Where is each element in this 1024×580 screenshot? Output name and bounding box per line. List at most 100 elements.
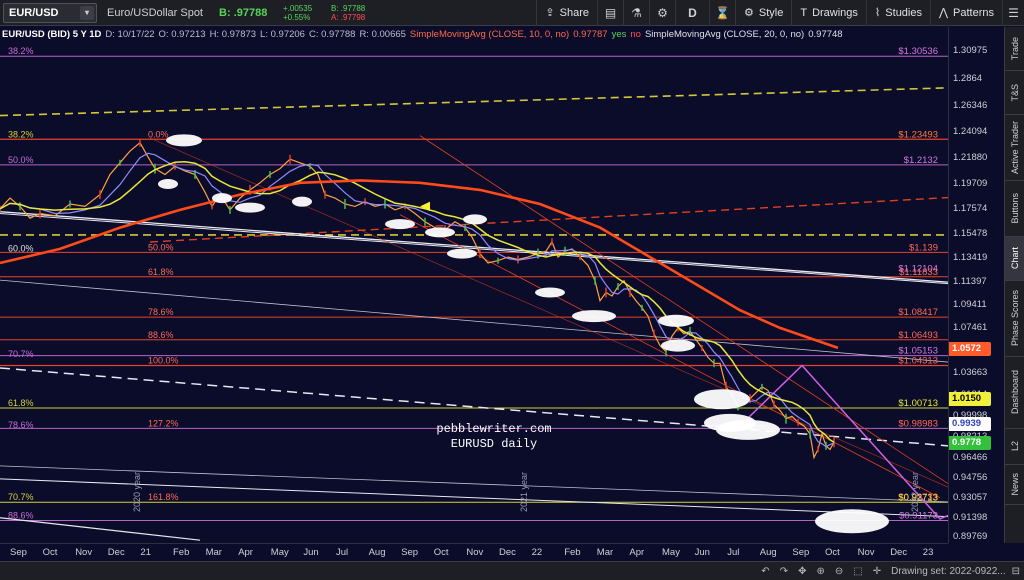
sidebar-tab-label: Trade [1010,36,1020,61]
time-axis-label: Oct [433,547,449,558]
studies-button[interactable]: ⌇ Studies [865,0,930,26]
time-axis-label: May [270,547,289,558]
chevron-down-icon[interactable]: ▾ [80,5,94,20]
zoom-out-icon[interactable]: ⊖ [835,566,843,577]
price-level-label: $1.23493 [898,129,938,140]
crosshair-icon[interactable]: ✛ [873,566,881,577]
year-separator-label: 2022 year [910,472,920,512]
trading-chart-app: EUR/USD ▾ Euro/USDollar Spot B: .97788 +… [0,0,1024,580]
fib-label-left: 88.6% [8,510,34,520]
price-level-label: $1.04313 [898,355,938,366]
fib-label-mid: 78.6% [148,307,174,317]
notebook-icon[interactable]: ▤ [596,0,623,26]
time-axis-label: Mar [596,547,614,558]
chart-toolbar: EUR/USD ▾ Euro/USDollar Spot B: .97788 +… [0,0,1024,26]
style-label: Style [758,6,784,19]
time-axis-label: Aug [759,547,777,558]
time-axis-label: Nov [857,547,875,558]
watermark-site: pebblewriter.com [436,422,551,436]
time-axis-label: Jun [303,547,319,558]
legend-sma10[interactable]: SimpleMovingAvg (CLOSE, 10, 0, no) [410,29,569,40]
fib-label-left: 78.6% [8,420,34,430]
sidebar-tab-label: Active Trader [1010,120,1020,175]
cursor-icon[interactable]: ⬚ [853,566,862,577]
sidebar-tab-dashboard[interactable]: Dashboard [1005,357,1024,429]
symbol-input[interactable]: EUR/USD [9,7,59,19]
time-axis-label: 23 [922,547,934,558]
price-chart[interactable]: 38.2% 38.2% 50.0% 60.0% 70.7% 61.8% 78.6% 70.7%… [0,27,948,543]
white-ellipse-marker [292,196,312,207]
legend-high: H: 0.97873 [209,28,257,40]
share-button[interactable]: ⇪ Share [536,0,597,26]
share-label: Share [559,6,589,19]
price-axis-tick: 1.11397 [953,275,987,287]
price-axis-tick: 0.91398 [953,511,988,523]
legend-low: L: 0.97206 [260,28,305,40]
time-axis[interactable]: Sep Oct Nov Dec 21 Feb Mar Apr May Jun Jul Aug Sep Oc… [0,543,948,561]
price-level-label: $1.11833 [899,267,938,278]
price-axis[interactable]: 1.30975 1.2864 1.26346 1.24094 1.21880 1.1970… [948,27,1004,543]
studies-icon: ⌇ [874,7,881,19]
price-change: +.00535 +0.55% [283,4,331,22]
symbol-selector[interactable]: EUR/USD ▾ [3,2,97,23]
legend-sma20-value: 0.97748 [808,28,843,40]
year-separator-label: 2020 year [132,472,142,512]
sidebar-tab-phase-scores[interactable]: Phase Scores [1005,281,1024,357]
redo-icon[interactable]: ↷ [780,566,788,577]
period-button[interactable]: D [674,0,709,26]
studies-label: Studies [885,6,922,19]
flask-icon[interactable]: ⚗ [622,0,649,26]
share-icon: ⇪ [545,7,555,19]
fib-label-left: 70.7% [8,349,34,359]
undo-icon[interactable]: ↶ [761,566,769,577]
white-ellipse-marker [447,248,477,259]
sidebar-tab-trade[interactable]: Trade [1005,27,1024,71]
legend-close: C: 0.97788 [308,28,356,40]
white-ellipse-marker [463,214,487,225]
sidebar-tab-active-trader[interactable]: Active Trader [1005,115,1024,181]
sidebar-tab-label: T&S [1010,83,1020,102]
year-separator-label: 2021 year [519,472,529,512]
fib-label-left: 60.0% [8,243,34,253]
white-ellipse-marker [385,219,415,230]
time-axis-label: Feb [564,547,581,558]
time-axis-label: Oct [825,547,840,558]
time-axis-label: 22 [531,547,543,558]
fib-label-mid: 127.2% [148,418,179,428]
time-axis-label: Dec [499,547,516,558]
price-axis-tick: 0.94756 [953,472,988,484]
legend-date: D: 10/17/22 [105,28,155,40]
sidebar-tab-l2[interactable]: L2 [1005,429,1024,465]
ask-small: A: .97798 [331,12,366,22]
white-ellipse-marker [535,287,565,298]
drawing-set-menu-icon[interactable]: ⊟ [1012,566,1020,577]
sidebar-tab-label: L2 [1010,441,1020,452]
gear-icon[interactable]: ⚙ [648,0,675,26]
overflow-menu-icon[interactable]: ☰ [1002,0,1024,26]
legend-sma20[interactable]: SimpleMovingAvg (CLOSE, 20, 0, no) [645,29,804,40]
symbol-description: Euro/USDollar Spot [107,6,203,19]
patterns-button[interactable]: ⋀ Patterns [930,0,1002,26]
sidebar-tab-t-s[interactable]: T&S [1005,71,1024,115]
zoom-in-icon[interactable]: ⊕ [816,566,824,577]
white-ellipse-marker [158,178,178,189]
price-axis-tick: 0.96466 [953,452,988,463]
sidebar-tab-label: Dashboard [1010,370,1020,415]
time-axis-label: Jul [727,547,740,558]
time-frame-icon[interactable]: ⌛ [708,0,735,26]
pan-icon[interactable]: ✥ [798,566,806,577]
watermark-symbol: EURUSD daily [451,437,537,451]
sidebar-tab-news[interactable]: News [1005,465,1024,505]
white-ellipse-marker [658,314,694,327]
status-bar: ↶ ↷ ✥ ⊕ ⊖ ⬚ ✛ Drawing set: 2022-0922... … [0,561,1024,580]
price-level-label: $1.00713 [898,398,938,409]
sidebar-tab-chart[interactable]: Chart [1005,237,1024,281]
time-axis-label: Jun [694,547,710,558]
right-sidebar: Trade T&S Active Trader Buttons Chart Phase S… [1004,27,1024,543]
drawing-set-label[interactable]: Drawing set: 2022-0922... [891,566,1006,577]
drawings-button[interactable]: T Drawings [791,0,866,26]
style-button[interactable]: ⚙ Style [734,0,791,26]
price-axis-tick: 1.03663 [953,367,988,379]
sidebar-tab-label: News [1010,473,1020,496]
sidebar-tab-buttons[interactable]: Buttons [1005,181,1024,237]
